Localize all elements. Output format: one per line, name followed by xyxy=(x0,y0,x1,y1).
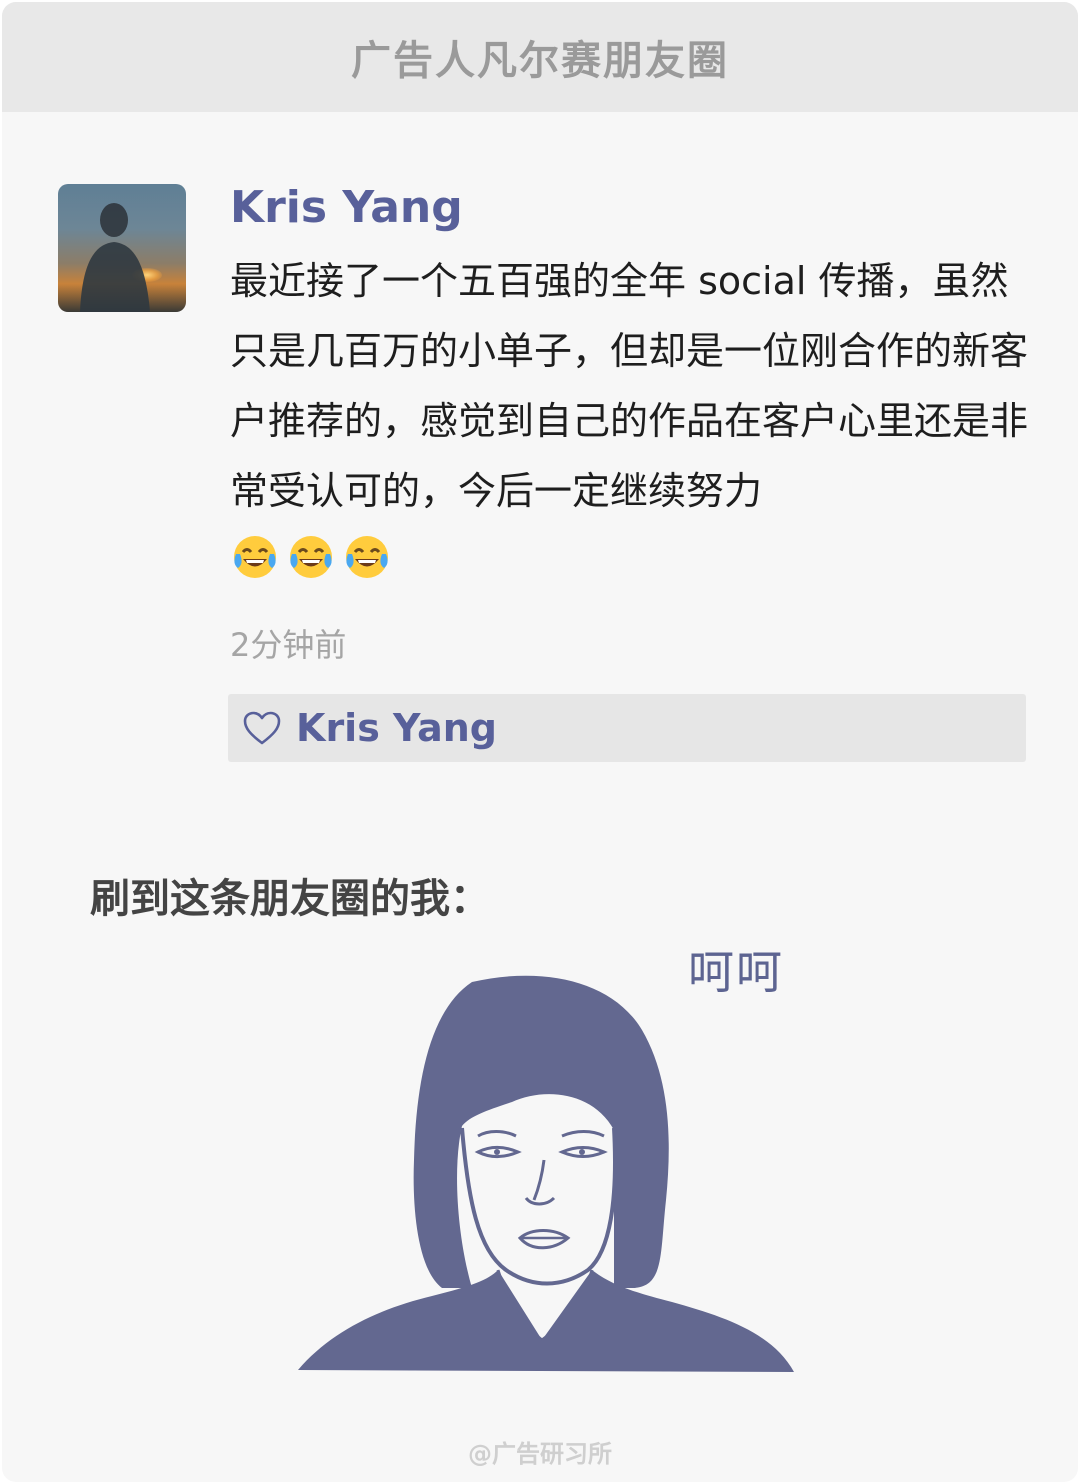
deadpan-face-illustration xyxy=(298,975,794,1372)
avatar-person-silhouette xyxy=(80,203,150,312)
tears-of-joy-emoji-icon xyxy=(290,536,332,578)
moments-card: 广告人凡尔赛朋友圈 Kris Yang 最近接了一个五百强的全年 social … xyxy=(2,2,1078,1482)
tears-of-joy-emoji-icon xyxy=(346,536,388,578)
tears-of-joy-emoji-icon xyxy=(234,536,276,578)
likes-name[interactable]: Kris Yang xyxy=(296,706,497,750)
post-text: 最近接了一个五百强的全年 social 传播，虽然只是几百万的小单子，但却是一位… xyxy=(230,259,1029,513)
header-title: 广告人凡尔赛朋友圈 xyxy=(351,38,729,84)
watermark: @广告研习所 xyxy=(468,1440,612,1468)
likes-box: Kris Yang xyxy=(228,694,1026,762)
heart-outline-icon[interactable] xyxy=(242,710,282,746)
reaction-caption: 刷到这条朋友圈的我： xyxy=(90,876,490,922)
avatar[interactable] xyxy=(58,184,186,312)
post-time: 2分钟前 xyxy=(230,626,347,664)
author-name[interactable]: Kris Yang xyxy=(230,182,463,233)
emoji-row xyxy=(230,532,392,582)
header-bar: 广告人凡尔赛朋友圈 xyxy=(2,2,1078,112)
